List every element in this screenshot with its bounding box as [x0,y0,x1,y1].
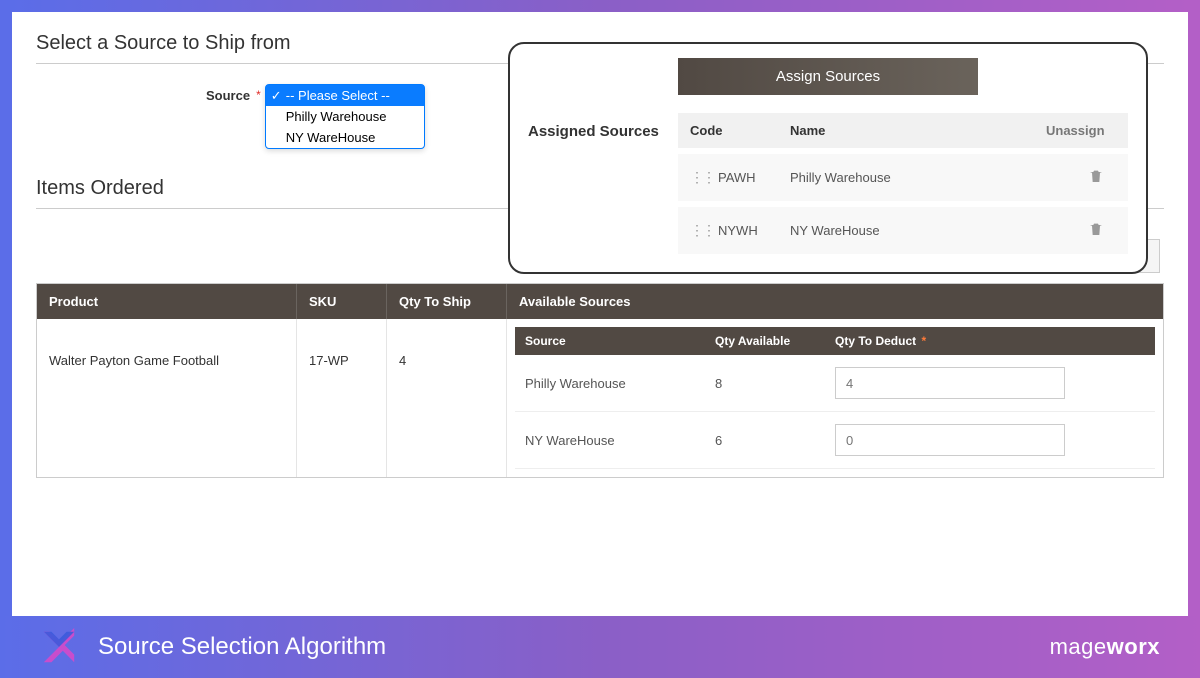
table-row: Walter Payton Game Football 17-WP 4 Sour… [37,319,1163,477]
col-code: Code [690,123,790,138]
th-product: Product [37,284,297,319]
th-qty-available: Qty Available [705,327,825,355]
th-sku: SKU [297,284,387,319]
required-star: * [256,84,261,102]
assigned-row: ⋮⋮ NYWH NY WareHouse [678,207,1128,254]
th-source: Source [515,327,705,355]
assigned-row: ⋮⋮ PAWH Philly Warehouse [678,154,1128,201]
cell-qty: 4 [387,319,507,477]
trash-icon[interactable] [1076,221,1116,240]
source-name: NY WareHouse [515,433,705,448]
assigned-name: Philly Warehouse [790,170,1076,185]
source-label: Source [206,84,250,103]
dropdown-option[interactable]: NY WareHouse [266,127,424,148]
assigned-sources-label: Assigned Sources [528,123,659,140]
col-name: Name [790,123,1046,138]
assigned-name: NY WareHouse [790,223,1076,238]
cell-sku: 17-WP [297,319,387,477]
source-name: Philly Warehouse [515,376,705,391]
qty-deduct-input[interactable] [835,367,1065,399]
footer-title: Source Selection Algorithm [98,633,1050,661]
brand-logo: mageworx [1050,634,1160,660]
brand-x-icon [40,628,78,666]
footer-bar: Source Selection Algorithm mageworx [0,616,1200,678]
th-qty: Qty To Ship [387,284,507,319]
th-available: Available Sources [507,284,1163,319]
trash-icon[interactable] [1076,168,1116,187]
source-row: Philly Warehouse 8 [515,355,1155,412]
assigned-code: PAWH [718,170,790,185]
assign-sources-button[interactable]: Assign Sources [678,58,978,95]
items-table: Product SKU Qty To Ship Available Source… [36,283,1164,478]
source-select[interactable]: -- Please Select -- Philly Warehouse NY … [265,84,425,149]
dropdown-option[interactable]: -- Please Select -- [266,85,424,106]
qty-deduct-input[interactable] [835,424,1065,456]
th-qty-deduct: Qty To Deduct * [825,327,1155,355]
source-row: NY WareHouse 6 [515,412,1155,469]
col-unassign: Unassign [1046,123,1116,138]
assigned-code: NYWH [718,223,790,238]
qty-available: 8 [705,376,825,391]
drag-handle-icon[interactable]: ⋮⋮ [690,169,718,186]
dropdown-option[interactable]: Philly Warehouse [266,106,424,127]
qty-available: 6 [705,433,825,448]
assign-sources-panel: Assign Sources Assigned Sources Code Nam… [508,42,1148,274]
cell-product: Walter Payton Game Football [37,319,297,477]
drag-handle-icon[interactable]: ⋮⋮ [690,222,718,239]
